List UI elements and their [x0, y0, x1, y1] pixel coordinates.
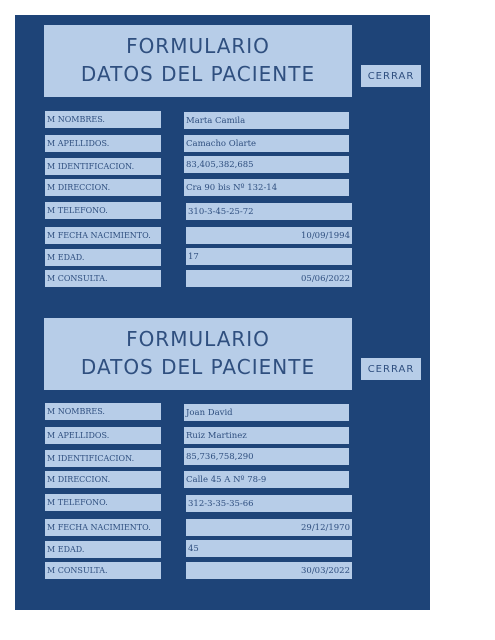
form-title: FORMULARIO — [126, 327, 270, 351]
form-subtitle: DATOS DEL PACIENTE — [80, 355, 316, 379]
field-telefono[interactable]: 312-3-35-35-66 — [186, 495, 352, 512]
form-title: FORMULARIO — [126, 34, 270, 58]
patient-form-1: FORMULARIO DATOS DEL PACIENTE CERRAR M N… — [15, 15, 430, 305]
label-consulta: M CONSULTA. — [45, 270, 161, 287]
field-identificacion[interactable]: 83,405,382,685 — [184, 156, 349, 173]
label-nombres: M NOMBRES. — [45, 111, 161, 128]
patient-forms-panel: FORMULARIO DATOS DEL PACIENTE CERRAR M N… — [15, 15, 430, 610]
field-direccion[interactable]: Cra 90 bis Nº 132-14 — [184, 179, 349, 196]
field-fecha-nacimiento[interactable]: 29/12/1970 — [186, 519, 352, 536]
label-identificacion: M IDENTIFICACION. — [45, 450, 161, 467]
label-fecha-nacimiento: M FECHA NACIMIENTO. — [45, 227, 161, 244]
label-fecha-nacimiento: M FECHA NACIMIENTO. — [45, 519, 161, 536]
label-direccion: M DIRECCION. — [45, 471, 161, 488]
label-edad: M EDAD. — [45, 249, 161, 266]
form-title-box: FORMULARIO DATOS DEL PACIENTE — [44, 318, 352, 390]
field-apellidos[interactable]: Ruiz Martinez — [184, 427, 349, 444]
label-telefono: M TELEFONO. — [45, 494, 161, 511]
field-apellidos[interactable]: Camacho Olarte — [184, 135, 349, 152]
label-apellidos: M APELLIDOS. — [45, 135, 161, 152]
label-telefono: M TELEFONO. — [45, 202, 161, 219]
field-nombres[interactable]: Joan David — [184, 404, 349, 421]
label-apellidos: M APELLIDOS. — [45, 427, 161, 444]
label-direccion: M DIRECCION. — [45, 179, 161, 196]
close-button[interactable]: CERRAR — [361, 358, 421, 380]
form-subtitle: DATOS DEL PACIENTE — [80, 62, 316, 86]
field-direccion[interactable]: Calle 45 A Nº 78-9 — [184, 471, 349, 488]
field-consulta[interactable]: 05/06/2022 — [186, 270, 352, 287]
field-fecha-nacimiento[interactable]: 10/09/1994 — [186, 227, 352, 244]
field-edad[interactable]: 17 — [186, 248, 352, 265]
field-telefono[interactable]: 310-3-45-25-72 — [186, 203, 352, 220]
field-edad[interactable]: 45 — [186, 540, 352, 557]
field-nombres[interactable]: Marta Camila — [184, 112, 349, 129]
patient-form-2: FORMULARIO DATOS DEL PACIENTE CERRAR M N… — [15, 308, 430, 598]
field-identificacion[interactable]: 85,736,758,290 — [184, 448, 349, 465]
label-nombres: M NOMBRES. — [45, 403, 161, 420]
close-button[interactable]: CERRAR — [361, 65, 421, 87]
form-title-box: FORMULARIO DATOS DEL PACIENTE — [44, 25, 352, 97]
label-edad: M EDAD. — [45, 541, 161, 558]
label-identificacion: M IDENTIFICACION. — [45, 158, 161, 175]
label-consulta: M CONSULTA. — [45, 562, 161, 579]
field-consulta[interactable]: 30/03/2022 — [186, 562, 352, 579]
